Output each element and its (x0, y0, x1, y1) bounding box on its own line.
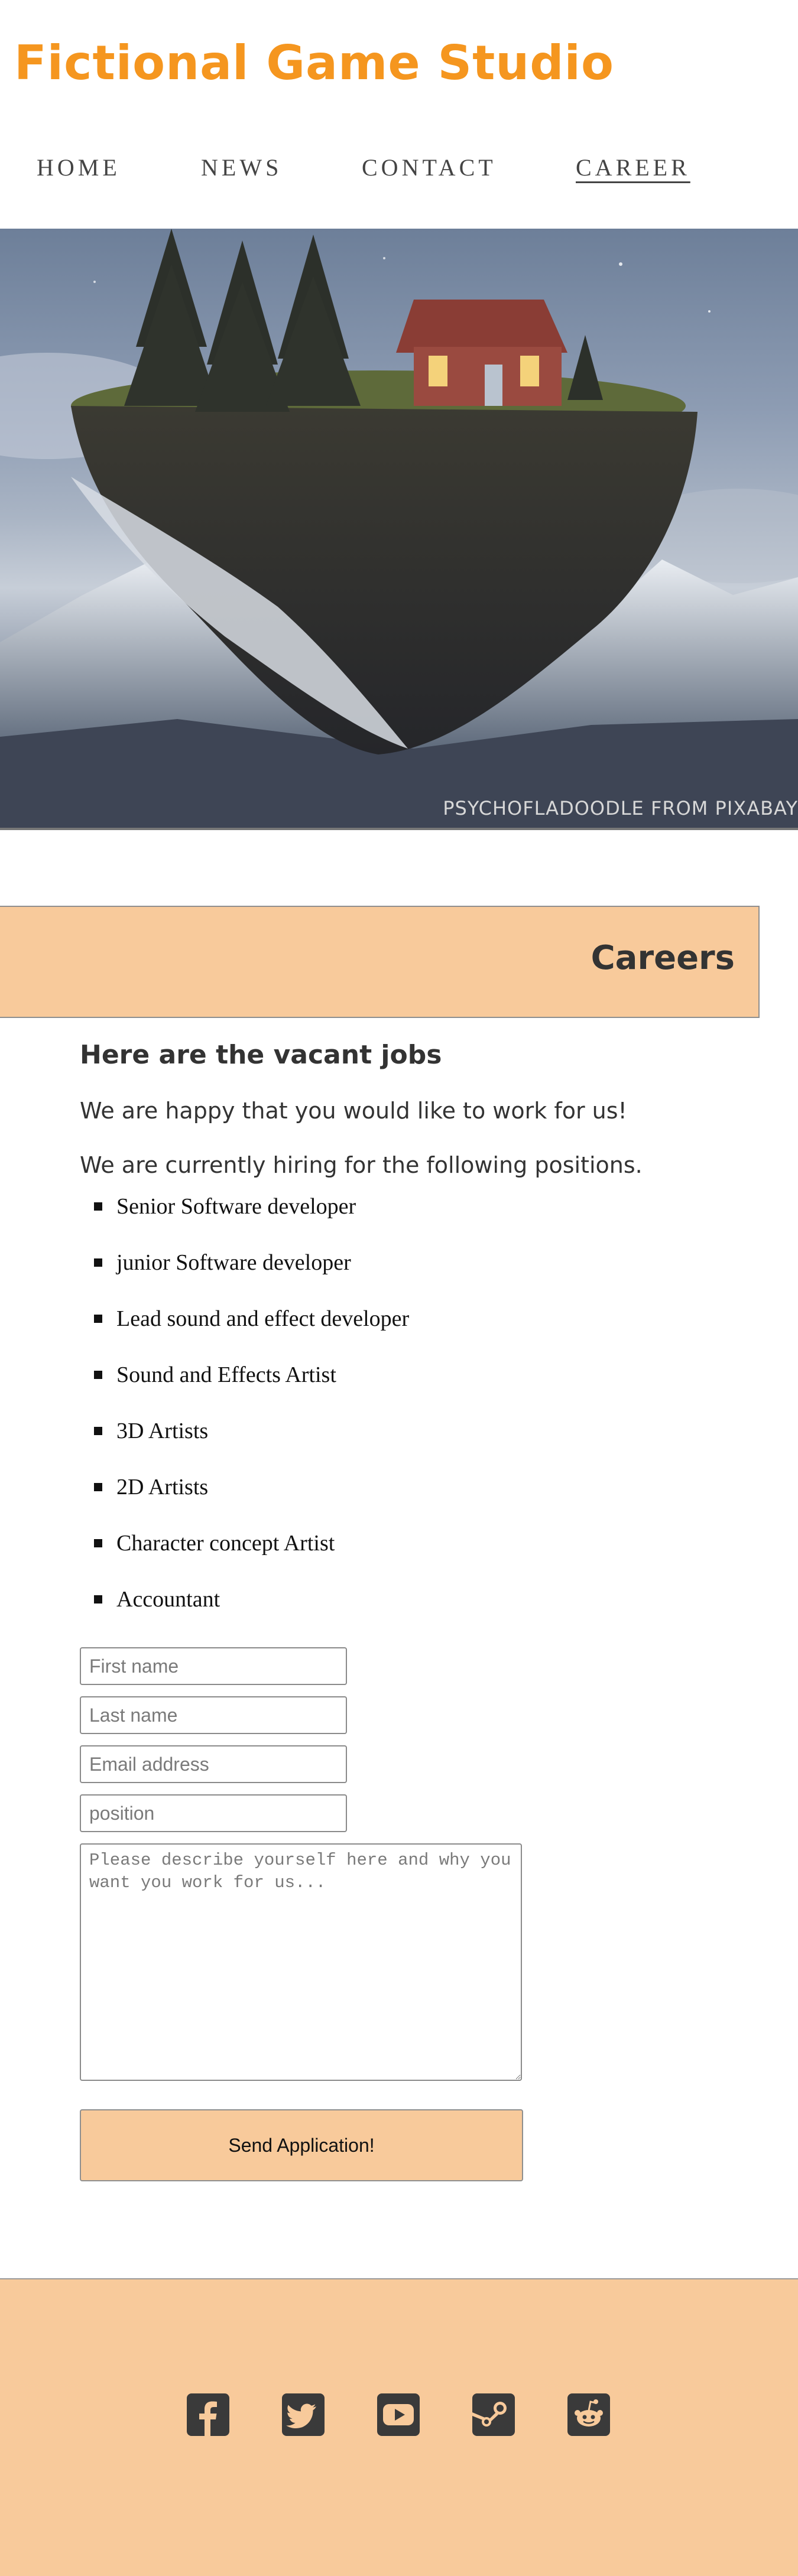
job-title: junior Software developer (116, 1250, 351, 1275)
position-input[interactable] (80, 1794, 347, 1832)
first-name-input[interactable] (80, 1647, 347, 1685)
footer (0, 2278, 798, 2576)
job-item: 2D Artists (80, 1471, 671, 1527)
job-item: Senior Software developer (80, 1191, 671, 1247)
hero-image: PSYCHOFLADOODLE FROM PIXABAY (0, 229, 798, 830)
careers-heading: Careers (591, 939, 735, 977)
job-title: Sound and Effects Artist (116, 1362, 336, 1387)
main-nav: HOME NEWS CONTACT CAREER (0, 154, 798, 195)
job-item: Sound and Effects Artist (80, 1359, 671, 1415)
job-item: Character concept Artist (80, 1527, 671, 1583)
bullet-icon (94, 1539, 102, 1547)
image-credit: PSYCHOFLADOODLE FROM PIXABAY (443, 797, 798, 819)
nav-home-link[interactable]: HOME (37, 154, 121, 181)
job-item: Accountant (80, 1583, 671, 1640)
about-textarea[interactable] (80, 1843, 522, 2081)
reddit-icon[interactable] (567, 2393, 610, 2436)
last-name-input[interactable] (80, 1696, 347, 1734)
job-item: 3D Artists (80, 1415, 671, 1471)
careers-banner: Careers (0, 906, 760, 1018)
job-title: Senior Software developer (116, 1194, 356, 1219)
bullet-icon (94, 1483, 102, 1491)
email-input[interactable] (80, 1745, 347, 1783)
intro-text: We are happy that you would like to work… (80, 1098, 627, 1124)
twitter-icon[interactable] (282, 2393, 325, 2436)
job-title: Accountant (116, 1587, 220, 1612)
floating-island-illustration (0, 229, 798, 828)
job-list: Senior Software developer junior Softwar… (80, 1191, 671, 1640)
nav-news-link[interactable]: NEWS (201, 154, 282, 181)
bullet-icon (94, 1315, 102, 1323)
bullet-icon (94, 1258, 102, 1267)
youtube-icon[interactable] (377, 2393, 420, 2436)
job-item: junior Software developer (80, 1247, 671, 1303)
steam-icon[interactable] (472, 2393, 515, 2436)
bullet-icon (94, 1427, 102, 1435)
send-application-button[interactable]: Send Application! (80, 2109, 523, 2181)
site-title: Fictional Game Studio (14, 35, 614, 90)
job-title: Lead sound and effect developer (116, 1306, 410, 1331)
nav-career-link[interactable]: CAREER (576, 154, 690, 181)
bullet-icon (94, 1371, 102, 1379)
job-title: Character concept Artist (116, 1531, 335, 1556)
job-item: Lead sound and effect developer (80, 1303, 671, 1359)
job-title: 2D Artists (116, 1475, 209, 1500)
bullet-icon (94, 1202, 102, 1211)
bullet-icon (94, 1595, 102, 1604)
nav-contact-link[interactable]: CONTACT (362, 154, 497, 181)
facebook-icon[interactable] (187, 2393, 229, 2436)
vacancy-title: Here are the vacant jobs (80, 1040, 442, 1070)
job-title: 3D Artists (116, 1419, 209, 1443)
hiring-text: We are currently hiring for the followin… (80, 1152, 643, 1178)
